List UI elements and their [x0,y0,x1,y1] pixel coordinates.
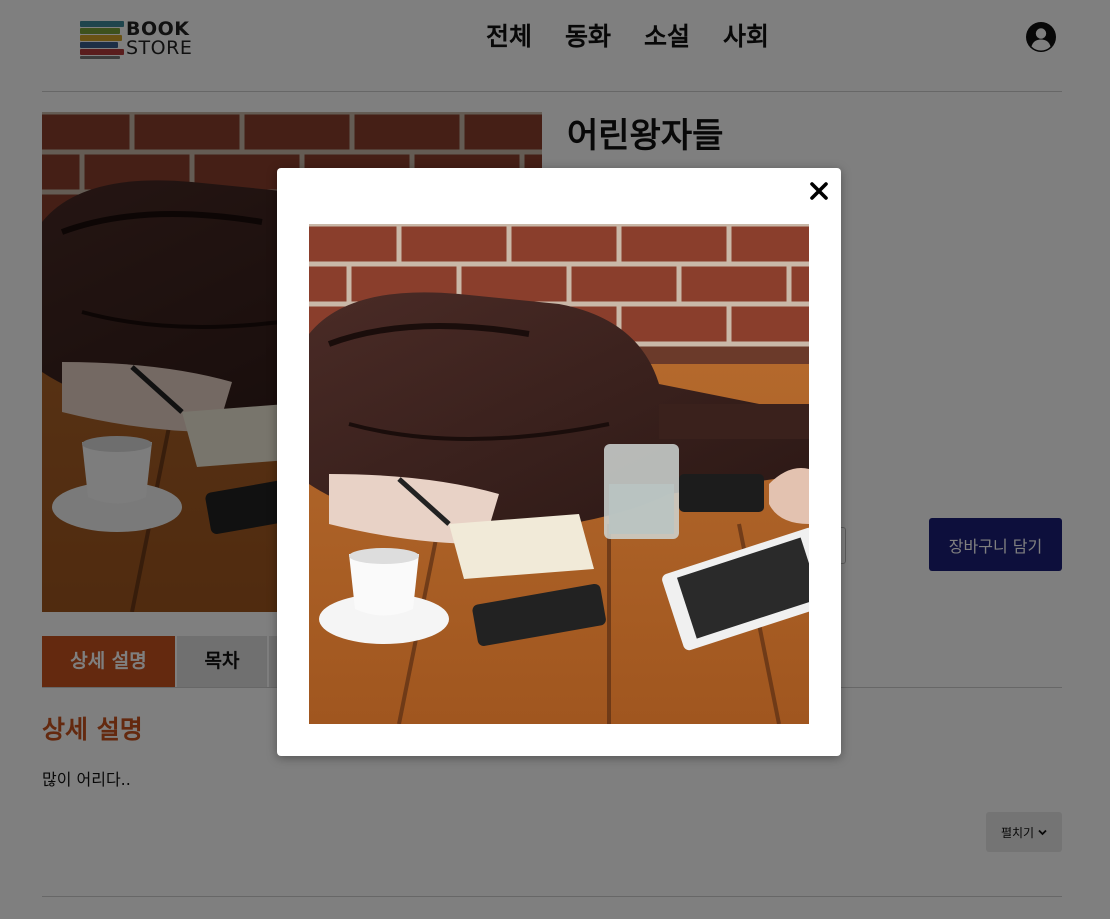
close-icon[interactable] [808,180,830,202]
image-modal [277,168,841,756]
modal-image [309,224,809,724]
